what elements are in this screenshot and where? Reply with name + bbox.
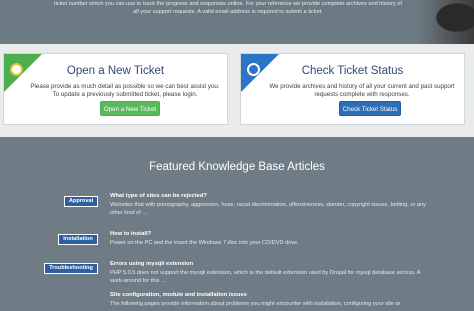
open-ticket-title: Open a New Ticket bbox=[66, 65, 165, 77]
kb-title: Featured Knowledge Base Articles bbox=[149, 161, 325, 173]
article-title[interactable]: Errors using mysqli extension bbox=[110, 261, 193, 267]
open-ticket-card: Open a New Ticket Please provide as much… bbox=[3, 53, 228, 125]
check-status-button[interactable]: Check Ticket Status bbox=[339, 101, 401, 116]
category-badge-installation[interactable]: Installation bbox=[58, 234, 98, 245]
article-title[interactable]: What type of sites can be rejected? bbox=[110, 193, 207, 199]
check-status-description: We provide archives and history of all y… bbox=[269, 83, 455, 98]
article-description: Websites that with pornography, aggressi… bbox=[110, 202, 426, 216]
hero-image bbox=[418, 0, 474, 44]
hero-text: ticket number which you can use to track… bbox=[28, 0, 428, 16]
article-description: The following pages provide information … bbox=[110, 301, 401, 307]
category-badge-approval[interactable]: Approval bbox=[64, 196, 98, 207]
category-badge-troubleshooting[interactable]: Troubleshooting bbox=[44, 263, 98, 274]
article-title[interactable]: Site configuration, module and installat… bbox=[110, 292, 247, 298]
hero-text-line-1: ticket number which you can use to track… bbox=[54, 1, 402, 7]
knowledge-base-section: Featured Knowledge Base Articles Approva… bbox=[0, 137, 474, 311]
check-status-card: Check Ticket Status We provide archives … bbox=[240, 53, 465, 125]
hero-banner: ticket number which you can use to track… bbox=[0, 0, 474, 44]
check-status-title: Check Ticket Status bbox=[301, 65, 404, 77]
article-title[interactable]: How to install? bbox=[110, 231, 151, 237]
open-ticket-description: Please provide as much detail as possibl… bbox=[30, 83, 220, 98]
hero-text-line-2: all your support requests. A valid email… bbox=[133, 9, 323, 15]
article-description: PHP 5.0.5 does not support the mysqli ex… bbox=[110, 270, 421, 284]
article-description: Power on the PC and the insert the Windo… bbox=[110, 240, 299, 246]
open-ticket-button[interactable]: Open a New Ticket bbox=[100, 101, 160, 116]
